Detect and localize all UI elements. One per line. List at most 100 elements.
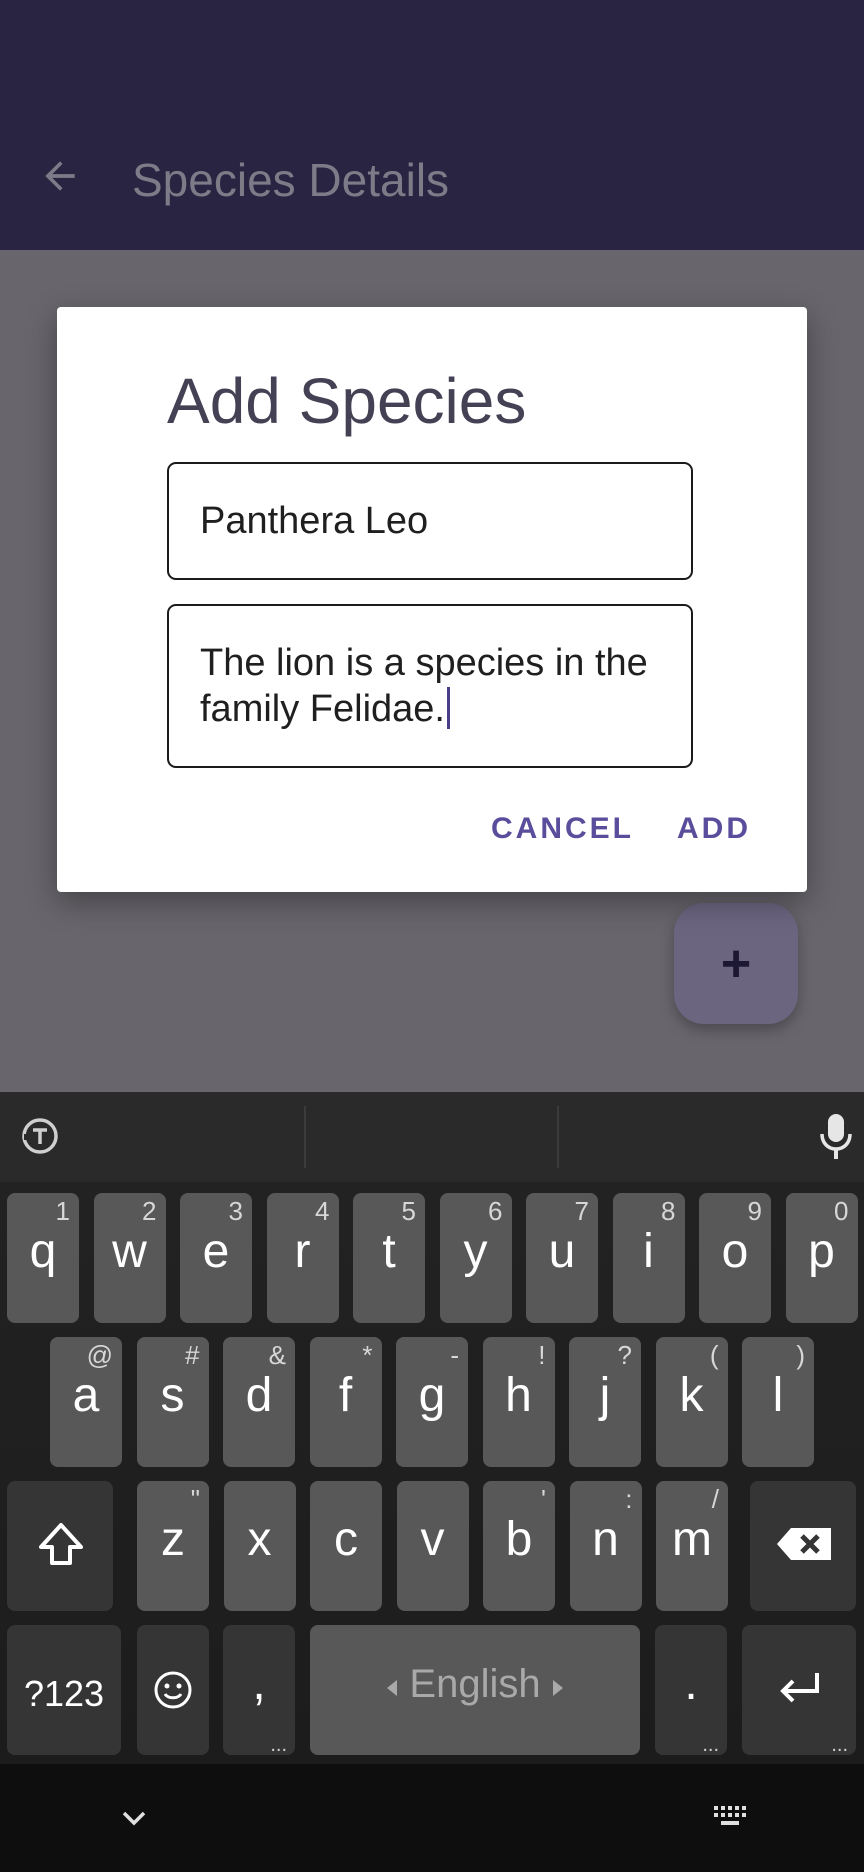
key-v[interactable]: v xyxy=(396,1481,469,1611)
species-description-field[interactable]: The lion is a species in the family Feli… xyxy=(167,604,693,768)
key-w-label: w xyxy=(112,1225,147,1278)
key-h-hint: ! xyxy=(538,1340,546,1370)
key-l-label: l xyxy=(772,1369,784,1422)
key-c[interactable]: c xyxy=(310,1481,382,1611)
key-y-hint: 6 xyxy=(488,1196,503,1226)
space-key[interactable]: English xyxy=(310,1625,640,1755)
key-p-hint: 0 xyxy=(834,1196,849,1226)
key-y-label: y xyxy=(463,1225,488,1278)
key-f-hint: * xyxy=(362,1340,373,1370)
key-b-hint: ' xyxy=(541,1484,546,1514)
key-h-label: h xyxy=(505,1369,532,1422)
key-t[interactable]: t5 xyxy=(353,1193,425,1323)
key-m[interactable]: m / xyxy=(656,1481,728,1611)
enter-icon xyxy=(780,1673,819,1703)
space-key-label: English xyxy=(409,1662,541,1706)
key-d-label: d xyxy=(245,1369,273,1422)
key-k-label: k xyxy=(679,1369,704,1422)
suggestion-bar xyxy=(0,1092,864,1182)
comma-key-label: , xyxy=(252,1657,266,1710)
key-e[interactable]: e3 xyxy=(180,1193,252,1323)
period-key[interactable]: .... xyxy=(655,1625,727,1755)
key-r-hint: 4 xyxy=(315,1196,330,1226)
cancel-button[interactable]: CANCEL xyxy=(491,812,634,846)
key-f[interactable]: f * xyxy=(309,1337,382,1467)
key-o[interactable]: o9 xyxy=(699,1193,771,1323)
key-m-hint: / xyxy=(711,1484,719,1514)
key-w[interactable]: w2 xyxy=(93,1193,166,1323)
add-icon: + xyxy=(720,934,752,993)
key-u-label: u xyxy=(548,1225,576,1278)
key-z-label: z xyxy=(161,1513,185,1566)
emoji-icon xyxy=(154,1671,192,1709)
key-u[interactable]: u7 xyxy=(526,1193,598,1323)
key-y[interactable]: y6 xyxy=(439,1193,512,1323)
key-v-label: v xyxy=(420,1513,445,1566)
key-t-label: t xyxy=(382,1225,396,1278)
key-k[interactable]: k( xyxy=(655,1337,728,1467)
more-indicator: ... xyxy=(702,1734,719,1756)
key-n-hint: : xyxy=(625,1484,633,1514)
key-z-hint: " xyxy=(190,1484,200,1514)
key-z[interactable]: z " xyxy=(137,1481,209,1611)
microphone-icon[interactable] xyxy=(818,1112,854,1162)
enter-key[interactable]: ... xyxy=(742,1625,856,1755)
key-p-label: p xyxy=(808,1225,835,1278)
key-s[interactable]: s # xyxy=(136,1337,209,1467)
key-j[interactable]: j? xyxy=(569,1337,641,1467)
key-h[interactable]: h! xyxy=(482,1337,555,1467)
keyboard-icon[interactable] xyxy=(712,1804,748,1830)
arrow-right-small-icon xyxy=(552,1680,563,1696)
species-description-text: The lion is a species in the family Feli… xyxy=(200,640,667,732)
key-j-hint: ? xyxy=(617,1340,632,1370)
key-e-label: e xyxy=(202,1225,230,1278)
key-s-hint: # xyxy=(185,1340,200,1370)
key-a-label: a xyxy=(72,1369,100,1422)
text-cursor xyxy=(446,687,450,729)
space-key-content: English xyxy=(310,1659,640,1709)
species-description-value: The lion is a species in the family Feli… xyxy=(200,642,648,730)
key-x[interactable]: x xyxy=(223,1481,296,1611)
key-i[interactable]: i8 xyxy=(612,1193,685,1323)
translate-icon[interactable] xyxy=(20,1116,60,1156)
key-g-hint: - xyxy=(450,1340,459,1370)
key-k-hint: ( xyxy=(709,1340,719,1370)
arrow-left-icon[interactable] xyxy=(38,154,82,198)
key-i-hint: 8 xyxy=(661,1196,676,1226)
key-b[interactable]: b ' xyxy=(483,1481,555,1611)
add-species-fab[interactable]: + xyxy=(674,903,798,1024)
backspace-key[interactable] xyxy=(750,1481,856,1611)
key-l[interactable]: l) xyxy=(742,1337,814,1467)
key-u-hint: 7 xyxy=(574,1196,589,1226)
key-s-label: s xyxy=(160,1369,185,1422)
dialog-title: Add Species xyxy=(167,365,527,437)
shift-key[interactable] xyxy=(7,1481,113,1611)
comma-key[interactable]: ,... xyxy=(223,1625,295,1755)
key-m-label: m xyxy=(672,1513,712,1566)
key-l-hint: ) xyxy=(796,1340,805,1370)
page-title: Species Details xyxy=(132,154,450,206)
key-n-label: n xyxy=(592,1513,619,1566)
key-q-label: q xyxy=(29,1225,57,1278)
key-q[interactable]: q1 xyxy=(7,1193,79,1323)
key-n[interactable]: n: xyxy=(569,1481,642,1611)
key-p[interactable]: p0 xyxy=(785,1193,858,1323)
key-d-hint: & xyxy=(268,1340,286,1370)
chevron-down-icon[interactable] xyxy=(120,1808,148,1828)
key-t-hint: 5 xyxy=(401,1196,416,1226)
key-a[interactable]: a @ xyxy=(50,1337,122,1467)
add-button[interactable]: ADD xyxy=(677,812,751,846)
emoji-key[interactable] xyxy=(137,1625,209,1755)
symbols-key-label: ?123 xyxy=(23,1673,105,1714)
system-nav-bar xyxy=(0,1764,864,1872)
shift-icon xyxy=(39,1523,83,1565)
key-r[interactable]: r4 xyxy=(266,1193,339,1323)
key-g[interactable]: g- xyxy=(396,1337,468,1467)
key-w-hint: 2 xyxy=(142,1196,157,1226)
species-name-field[interactable]: Panthera Leo xyxy=(167,462,693,580)
key-d[interactable]: d & xyxy=(223,1337,295,1467)
symbols-key[interactable]: ?123 xyxy=(7,1625,121,1755)
key-f-label: f xyxy=(338,1369,353,1422)
key-b-label: b xyxy=(505,1513,533,1566)
suggestion-divider xyxy=(557,1106,559,1168)
